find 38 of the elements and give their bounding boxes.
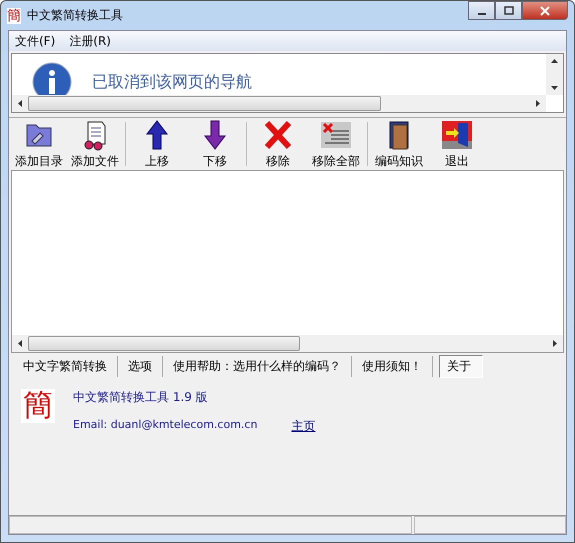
- window-title: 中文繁简转换工具: [27, 7, 124, 24]
- navigation-canceled-message: 已取消到该网页的导航: [92, 72, 252, 92]
- toolbar-button[interactable]: 编码知识: [370, 118, 428, 170]
- tab[interactable]: 关于: [439, 354, 483, 378]
- minimize-button[interactable]: [468, 1, 495, 20]
- right-arrow-icon: [536, 100, 540, 107]
- email-text: Email: duanl@kmtelecom.com.cn: [73, 418, 258, 433]
- toolbar-button[interactable]: 上移: [128, 118, 186, 170]
- toolbar-button[interactable]: 添加文件: [67, 118, 123, 170]
- tab[interactable]: 选项: [118, 356, 163, 376]
- toolbar-button[interactable]: 添加目录: [11, 118, 67, 170]
- up-arrow-icon: [551, 59, 558, 63]
- exit-door-icon: [440, 118, 474, 150]
- close-button[interactable]: [522, 1, 568, 20]
- right-arrow-icon: [553, 340, 557, 347]
- down-arrow-icon: [551, 86, 558, 90]
- tab[interactable]: 中文字繁简转换: [13, 356, 118, 376]
- menu-item[interactable]: 注册(R): [69, 32, 111, 50]
- toolbar-button[interactable]: 移除全部: [307, 118, 365, 170]
- close-icon: [539, 6, 551, 16]
- left-arrow-icon: [18, 100, 22, 107]
- homepage-link[interactable]: 主页: [291, 418, 316, 435]
- maximize-button[interactable]: [495, 1, 522, 20]
- logo-glyph: 簡: [21, 389, 55, 423]
- toolbar-button[interactable]: 下移: [186, 118, 244, 170]
- minimize-icon: [478, 12, 486, 14]
- maximize-icon: [502, 6, 514, 16]
- toolbar-button[interactable]: 移除: [249, 118, 307, 170]
- tab[interactable]: 使用帮助：选用什么样的编码？: [163, 356, 352, 376]
- product-version: 中文繁简转换工具 1.9 版: [73, 389, 209, 406]
- horizontal-scrollbar[interactable]: [12, 335, 563, 352]
- menu-item[interactable]: 文件(F): [15, 32, 56, 50]
- tab[interactable]: 使用须知！: [352, 356, 433, 376]
- vertical-scrollbar[interactable]: [546, 54, 563, 95]
- toolbar-button[interactable]: 退出: [428, 118, 486, 170]
- left-arrow-icon: [18, 340, 22, 347]
- horizontal-scrollbar[interactable]: [12, 95, 546, 112]
- app-icon: 簡: [7, 8, 21, 24]
